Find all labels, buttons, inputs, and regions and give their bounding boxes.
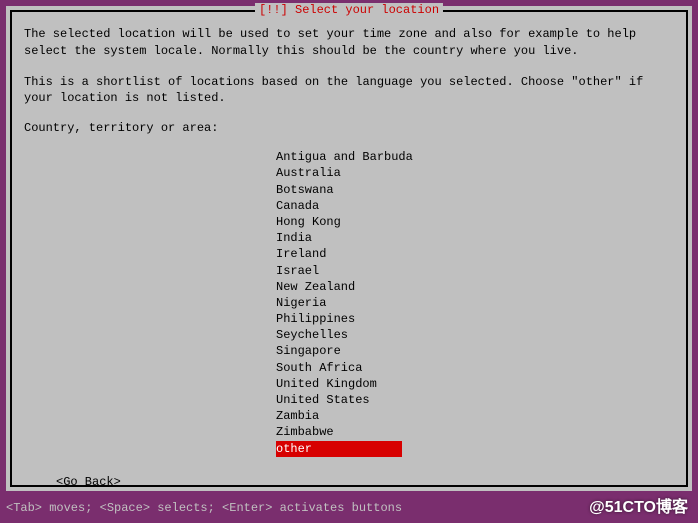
list-item[interactable]: Canada bbox=[24, 198, 674, 214]
list-item[interactable]: Hong Kong bbox=[24, 214, 674, 230]
installer-frame: [!!] Select your location The selected l… bbox=[6, 6, 692, 491]
prompt-label: Country, territory or area: bbox=[24, 121, 674, 135]
watermark: @51CTO博客 bbox=[589, 493, 688, 517]
list-item[interactable]: India bbox=[24, 230, 674, 246]
list-item[interactable]: Australia bbox=[24, 165, 674, 181]
list-item[interactable]: Seychelles bbox=[24, 327, 674, 343]
list-item[interactable]: Philippines bbox=[24, 311, 674, 327]
select-location-dialog: [!!] Select your location The selected l… bbox=[10, 10, 688, 487]
list-item[interactable]: Israel bbox=[24, 263, 674, 279]
list-item[interactable]: Singapore bbox=[24, 343, 674, 359]
list-item[interactable]: Nigeria bbox=[24, 295, 674, 311]
list-item[interactable]: New Zealand bbox=[24, 279, 674, 295]
footer-hint: <Tab> moves; <Space> selects; <Enter> ac… bbox=[6, 501, 402, 515]
list-item[interactable]: Zimbabwe bbox=[24, 424, 674, 440]
list-item[interactable]: Antigua and Barbuda bbox=[24, 149, 674, 165]
list-item[interactable]: Ireland bbox=[24, 246, 674, 262]
go-back-button[interactable]: <Go Back> bbox=[56, 475, 674, 489]
help-paragraph-1: The selected location will be used to se… bbox=[24, 26, 674, 60]
list-item[interactable]: Botswana bbox=[24, 182, 674, 198]
list-item[interactable]: United Kingdom bbox=[24, 376, 674, 392]
list-item[interactable]: South Africa bbox=[24, 360, 674, 376]
list-item[interactable]: Zambia bbox=[24, 408, 674, 424]
help-paragraph-2: This is a shortlist of locations based o… bbox=[24, 74, 674, 108]
dialog-title: [!!] Select your location bbox=[255, 3, 443, 17]
list-item[interactable]: United States bbox=[24, 392, 674, 408]
help-text: The selected location will be used to se… bbox=[24, 26, 674, 107]
list-item-selected[interactable]: other bbox=[24, 441, 674, 457]
location-list[interactable]: Antigua and Barbuda Australia Botswana C… bbox=[24, 149, 674, 457]
